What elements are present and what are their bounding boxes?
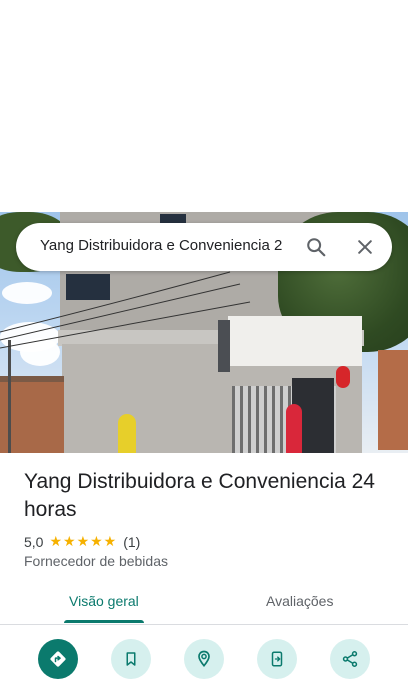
tab-overview[interactable]: Visão geral: [69, 593, 139, 609]
search-icon: [307, 238, 326, 257]
clear-search-button[interactable]: [349, 231, 381, 263]
bookmark-icon: [126, 652, 136, 666]
rating-stars: ★★★★★: [49, 533, 118, 549]
tab-selected-indicator: [64, 620, 144, 623]
tab-reviews[interactable]: Avaliações: [266, 593, 333, 609]
tab-bar: Visão geral Avaliações: [0, 586, 408, 625]
rating-value: 5,0: [24, 533, 44, 550]
nearby-icon: [198, 650, 210, 667]
place-category[interactable]: Fornecedor de bebidas: [24, 553, 168, 569]
send-to-phone-button[interactable]: [257, 639, 297, 679]
directions-icon: [50, 651, 66, 667]
share-icon: [342, 651, 358, 667]
review-count[interactable]: (1): [123, 534, 140, 550]
save-button[interactable]: [111, 639, 151, 679]
share-button[interactable]: [330, 639, 370, 679]
send-to-phone-icon: [271, 651, 283, 667]
search-bar[interactable]: Yang Distribuidora e Conveniencia 2: [16, 223, 392, 271]
map-blank-area: [0, 0, 408, 212]
rating-row[interactable]: 5,0 ★★★★★ (1): [24, 533, 140, 550]
search-input[interactable]: Yang Distribuidora e Conveniencia 2: [40, 237, 300, 254]
nearby-button[interactable]: [184, 639, 224, 679]
close-icon: [358, 240, 372, 254]
search-button[interactable]: [300, 231, 332, 263]
directions-button[interactable]: [38, 639, 78, 679]
place-title: Yang Distribuidora e Conveniencia 24 hor…: [24, 470, 375, 521]
